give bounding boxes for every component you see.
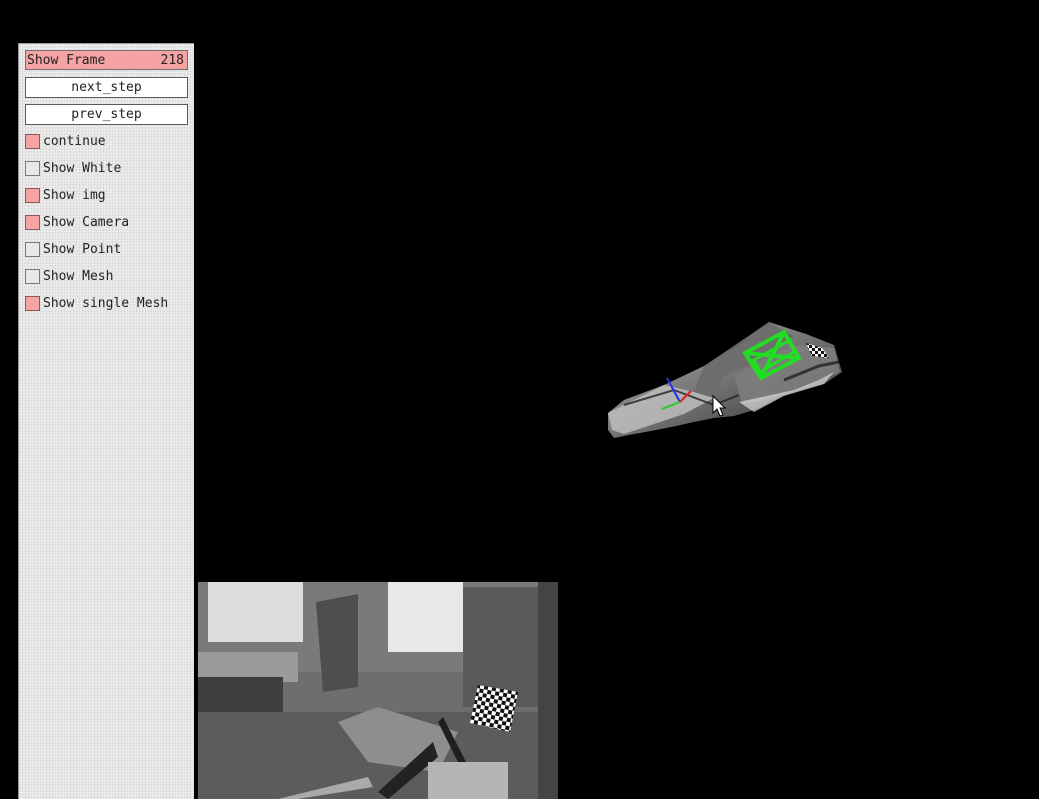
show-frame-slider[interactable]: Show Frame 218 — [25, 50, 188, 70]
show-mesh-checkbox[interactable] — [25, 269, 40, 284]
show-img-checkbox[interactable] — [25, 188, 40, 203]
show-img-toggle[interactable]: Show img — [25, 187, 106, 204]
show-camera-label: Show Camera — [43, 215, 130, 230]
show-single-mesh-checkbox[interactable] — [25, 296, 40, 311]
continue-toggle[interactable]: continue — [25, 133, 106, 150]
continue-label: continue — [43, 134, 106, 149]
control-panel: Show Frame 218 next_step prev_step conti… — [18, 43, 194, 799]
show-white-label: Show White — [43, 161, 122, 176]
show-point-label: Show Point — [43, 242, 122, 257]
next-step-button[interactable]: next_step — [25, 77, 188, 98]
reconstructed-mesh — [608, 322, 842, 438]
show-camera-checkbox[interactable] — [25, 215, 40, 230]
show-img-label: Show img — [43, 188, 106, 203]
show-white-checkbox[interactable] — [25, 161, 40, 176]
show-mesh-label: Show Mesh — [43, 269, 114, 284]
show-white-toggle[interactable]: Show White — [25, 160, 121, 177]
continue-checkbox[interactable] — [25, 134, 40, 149]
3d-viewport[interactable] — [194, 0, 1039, 582]
show-frame-value: 218 — [160, 52, 184, 68]
show-point-checkbox[interactable] — [25, 242, 40, 257]
show-single-mesh-toggle[interactable]: Show single Mesh — [25, 295, 168, 312]
show-point-toggle[interactable]: Show Point — [25, 241, 121, 258]
show-camera-toggle[interactable]: Show Camera — [25, 214, 129, 231]
camera-frame-image — [198, 582, 558, 799]
camera-image-view — [198, 582, 558, 799]
show-mesh-toggle[interactable]: Show Mesh — [25, 268, 113, 285]
show-single-mesh-label: Show single Mesh — [43, 296, 169, 311]
prev-step-button[interactable]: prev_step — [25, 104, 188, 125]
app-window: Show Frame 218 next_step prev_step conti… — [0, 0, 1039, 799]
show-frame-label: Show Frame — [27, 52, 106, 68]
